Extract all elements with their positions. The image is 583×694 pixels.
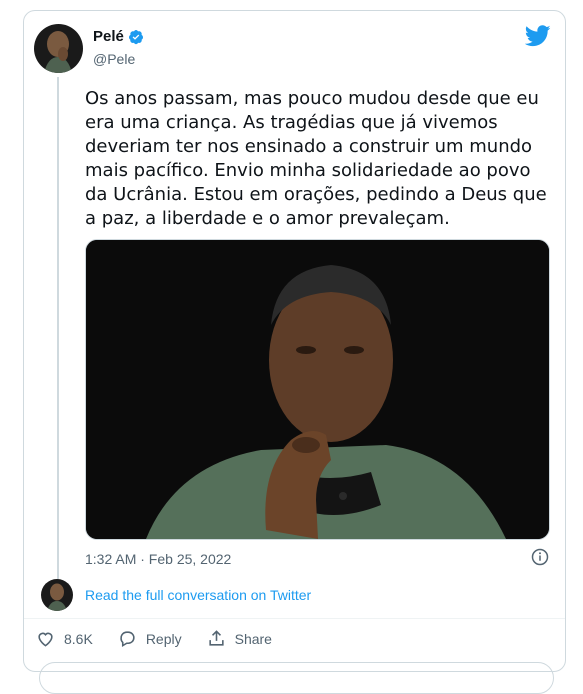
like-button[interactable]: 8.6K: [36, 629, 93, 648]
heart-icon: [38, 632, 53, 647]
author-handle[interactable]: @Pele: [93, 51, 135, 67]
author-name[interactable]: Pelé: [93, 28, 124, 45]
bottom-bar: [39, 662, 554, 694]
like-count: 8.6K: [64, 630, 93, 647]
author-avatar[interactable]: [34, 24, 83, 73]
tweet-timestamp[interactable]: 1:32 AM · Feb 25, 2022: [85, 551, 231, 567]
reply-button[interactable]: Reply: [118, 629, 182, 648]
reply-label: Reply: [145, 630, 182, 647]
thread-line: [57, 77, 59, 580]
share-icon: [208, 630, 224, 646]
read-full-conversation-link[interactable]: Read the full conversation on Twitter: [85, 587, 311, 603]
tweet-text: Os anos passam, mas pouco mudou desde qu…: [85, 88, 547, 229]
divider: [24, 618, 565, 619]
reply-avatar: [41, 579, 73, 611]
share-label: Share: [234, 630, 272, 647]
tweet-embed-card: Pelé @Pele Os anos passam, mas pouco mud…: [23, 10, 566, 694]
twitter-bird-icon[interactable]: [525, 25, 551, 47]
reply-icon: [120, 631, 135, 648]
tweet-photo[interactable]: [85, 239, 550, 540]
share-button[interactable]: Share: [207, 629, 272, 648]
info-icon[interactable]: [531, 548, 549, 566]
verified-badge-icon: [128, 29, 143, 44]
